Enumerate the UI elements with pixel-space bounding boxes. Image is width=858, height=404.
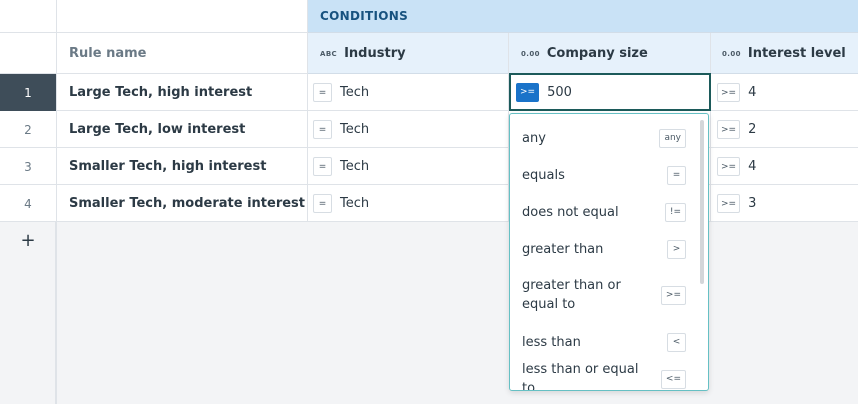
column-header-rule-name[interactable]: Rule name xyxy=(69,33,146,74)
option-label: less than xyxy=(522,334,581,350)
row-number[interactable]: 4 xyxy=(0,185,56,222)
operator-badge: >= xyxy=(717,120,741,139)
operator-badge: >= xyxy=(717,157,741,176)
option-label: equals xyxy=(522,167,565,183)
operator-badge: > xyxy=(667,239,686,259)
conditions-label: CONDITIONS xyxy=(320,9,409,23)
operator-badge: any xyxy=(659,128,686,148)
cell-value: 2 xyxy=(748,122,757,137)
column-label: Rule name xyxy=(69,46,147,61)
company-size-input[interactable]: 500 xyxy=(547,85,572,100)
table-row[interactable]: 1 Large Tech, high interest = Tech >= 4 xyxy=(0,74,858,111)
cell-value: 4 xyxy=(748,85,757,100)
column-label: Interest level xyxy=(747,46,846,61)
operator-badge: = xyxy=(313,83,332,102)
operator-badge: < xyxy=(667,332,686,352)
interest-level-cell[interactable]: >= 3 xyxy=(717,185,756,222)
cell-value: Tech xyxy=(340,159,370,174)
operator-option-greater-or-equal[interactable]: greater than or equal to >= xyxy=(510,276,700,314)
operator-option-less-than[interactable]: less than < xyxy=(510,332,700,352)
industry-cell[interactable]: = Tech xyxy=(313,74,369,111)
company-size-cell-editing[interactable]: >= 500 xyxy=(509,73,711,111)
dropdown-scrollbar[interactable] xyxy=(700,120,704,284)
interest-level-cell[interactable]: >= 2 xyxy=(717,111,756,148)
operator-badge: >= xyxy=(660,285,686,305)
operator-badge: = xyxy=(313,157,332,176)
operator-option-greater-than[interactable]: greater than > xyxy=(510,239,700,259)
column-header-interest-level[interactable]: 0.00 Interest level xyxy=(722,33,846,74)
rule-name-cell[interactable]: Large Tech, high interest xyxy=(69,74,252,111)
industry-cell[interactable]: = Tech xyxy=(313,148,369,185)
number-type-icon: 0.00 xyxy=(521,49,540,58)
operator-badge: = xyxy=(313,194,332,213)
option-label: greater than xyxy=(522,241,604,257)
option-label: greater than or equal to xyxy=(522,278,621,312)
operator-badge: >= xyxy=(717,83,741,102)
operator-option-any[interactable]: any any xyxy=(510,128,700,148)
row-number[interactable]: 2 xyxy=(0,111,56,148)
cell-value: 3 xyxy=(748,196,757,211)
industry-cell[interactable]: = Tech xyxy=(313,185,369,222)
column-divider xyxy=(56,0,57,404)
cell-value: Tech xyxy=(340,85,370,100)
rule-name-cell[interactable]: Smaller Tech, high interest xyxy=(69,148,266,185)
text-type-icon: ABC xyxy=(320,49,338,58)
operator-selector-button[interactable]: >= xyxy=(516,82,540,102)
option-label: less than or equal to xyxy=(522,362,639,391)
column-divider xyxy=(307,0,308,222)
operator-option-equals[interactable]: equals = xyxy=(510,165,700,185)
table-row[interactable]: 4 Smaller Tech, moderate interest = Tech… xyxy=(0,185,858,222)
interest-level-cell[interactable]: >= 4 xyxy=(717,74,756,111)
operator-option-less-or-equal[interactable]: less than or equal to <= xyxy=(510,362,700,390)
operator-option-not-equal[interactable]: does not equal != xyxy=(510,202,700,222)
operator-badge: <= xyxy=(660,369,686,389)
table-row[interactable]: 2 Large Tech, low interest = Tech >= 2 xyxy=(0,111,858,148)
cell-value: Tech xyxy=(340,122,370,137)
cell-value: Tech xyxy=(340,196,370,211)
operator-dropdown[interactable]: any any equals = does not equal != great… xyxy=(509,113,709,391)
column-label: Industry xyxy=(344,46,406,61)
operator-badge: >= xyxy=(717,194,741,213)
table-row[interactable]: 3 Smaller Tech, high interest = Tech >= … xyxy=(0,148,858,185)
interest-level-cell[interactable]: >= 4 xyxy=(717,148,756,185)
rule-name-cell[interactable]: Large Tech, low interest xyxy=(69,111,245,148)
decision-table: CONDITIONS Rule name ABC Industry 0.00 C… xyxy=(0,0,858,404)
operator-badge: = xyxy=(667,165,686,185)
row-number[interactable]: 1 xyxy=(0,74,56,111)
industry-cell[interactable]: = Tech xyxy=(313,111,369,148)
column-header-industry[interactable]: ABC Industry xyxy=(320,33,406,74)
row-number[interactable]: 3 xyxy=(0,148,56,185)
column-label: Company size xyxy=(546,46,648,61)
operator-badge: != xyxy=(664,202,686,222)
column-header-company-size[interactable]: 0.00 Company size xyxy=(521,33,648,74)
company-size-editor[interactable]: >= 500 xyxy=(516,74,572,110)
cell-value: 4 xyxy=(748,159,757,174)
option-label: any xyxy=(522,130,546,146)
number-type-icon: 0.00 xyxy=(722,49,741,58)
rule-name-cell[interactable]: Smaller Tech, moderate interest xyxy=(69,185,305,222)
add-row-button[interactable]: + xyxy=(0,222,56,258)
operator-badge: = xyxy=(313,120,332,139)
column-divider xyxy=(710,33,711,222)
option-label: does not equal xyxy=(522,204,619,220)
